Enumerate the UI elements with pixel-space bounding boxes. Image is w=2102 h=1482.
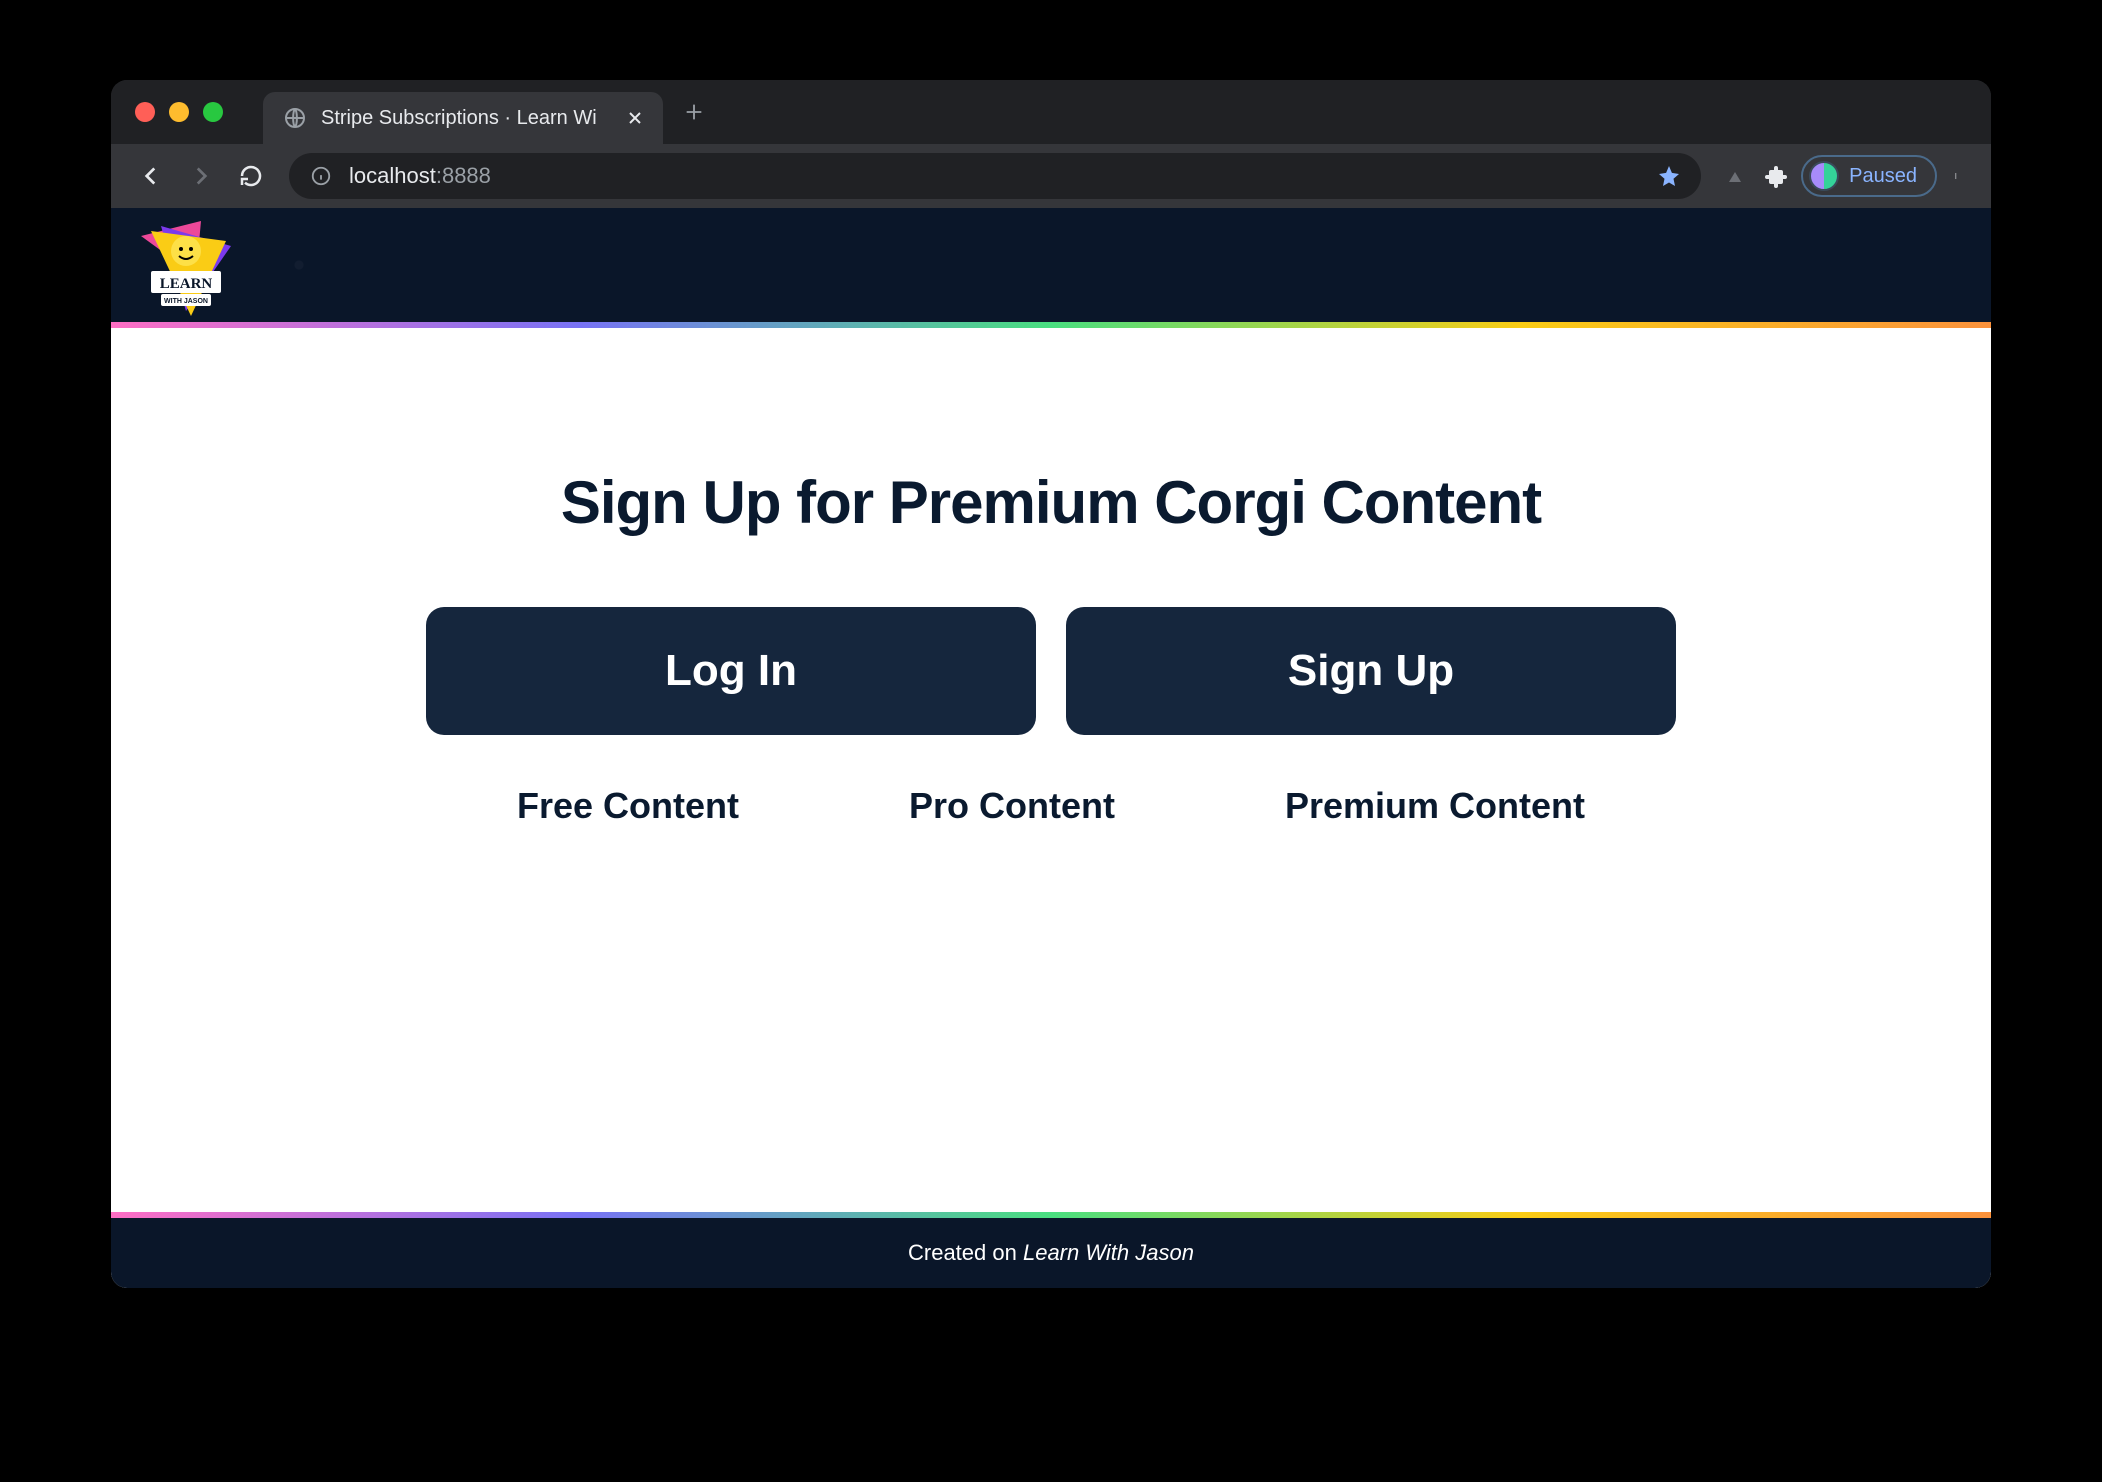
titlebar: Stripe Subscriptions · Learn Wi: [111, 80, 1991, 144]
site-logo[interactable]: LEARN WITH JASON: [131, 216, 241, 326]
forward-button[interactable]: [179, 154, 223, 198]
back-button[interactable]: [129, 154, 173, 198]
profile-chip[interactable]: Paused: [1801, 155, 1937, 197]
svg-text:WITH JASON: WITH JASON: [164, 298, 208, 305]
extensions-puzzle-icon[interactable]: [1763, 162, 1791, 190]
browser-window: Stripe Subscriptions · Learn Wi: [111, 80, 1991, 1288]
new-tab-button[interactable]: [683, 101, 705, 123]
toolbar: localhost:8888 Paused: [111, 144, 1991, 208]
footer-text: Created on Learn With Jason: [908, 1240, 1194, 1266]
tier-pro: Pro Content: [909, 785, 1115, 827]
globe-icon: [283, 106, 307, 130]
close-tab-icon[interactable]: [627, 110, 643, 126]
site-info-icon[interactable]: [309, 164, 333, 188]
tab-title: Stripe Subscriptions · Learn Wi: [321, 107, 613, 130]
browser-tab[interactable]: Stripe Subscriptions · Learn Wi: [263, 92, 663, 144]
tier-free: Free Content: [517, 785, 739, 827]
signup-button[interactable]: Sign Up: [1066, 607, 1676, 735]
auth-buttons: Log In Sign Up: [426, 607, 1676, 735]
avatar-icon: [1809, 161, 1839, 191]
url-host: localhost:8888: [349, 163, 491, 189]
window-controls: [135, 102, 223, 122]
minimize-window-button[interactable]: [169, 102, 189, 122]
tier-headings: Free Content Pro Content Premium Content: [517, 785, 1585, 827]
maximize-window-button[interactable]: [203, 102, 223, 122]
login-button[interactable]: Log In: [426, 607, 1036, 735]
site-footer: Created on Learn With Jason: [111, 1218, 1991, 1288]
tier-premium: Premium Content: [1285, 785, 1585, 827]
profile-label: Paused: [1849, 165, 1917, 188]
address-bar[interactable]: localhost:8888: [289, 153, 1701, 199]
menu-kebab-icon[interactable]: [1943, 164, 1973, 188]
extension-icon[interactable]: [1721, 162, 1749, 190]
site-header: LEARN WITH JASON: [111, 208, 1991, 328]
bookmark-star-icon[interactable]: [1657, 164, 1681, 188]
page-viewport: LEARN WITH JASON Sign Up for Premium Cor…: [111, 208, 1991, 1288]
reload-button[interactable]: [229, 154, 273, 198]
svg-text:LEARN: LEARN: [160, 276, 213, 292]
page-main: Sign Up for Premium Corgi Content Log In…: [111, 328, 1991, 1218]
close-window-button[interactable]: [135, 102, 155, 122]
page-heading: Sign Up for Premium Corgi Content: [561, 468, 1541, 537]
